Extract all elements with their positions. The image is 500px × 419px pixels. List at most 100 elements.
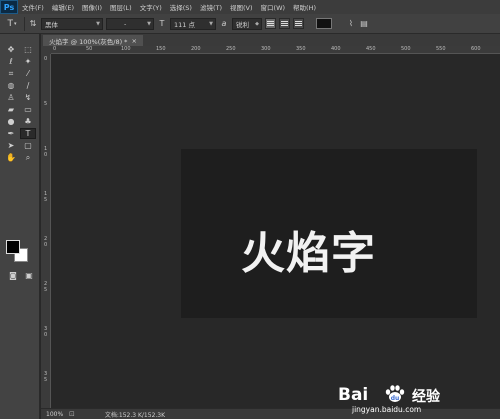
menu-file[interactable]: 文件(F): [18, 2, 48, 12]
anti-alias-value: 锐利: [236, 20, 249, 29]
font-size-field[interactable]: 111 点 ▼: [170, 17, 216, 30]
menu-edit[interactable]: 编辑(E): [48, 2, 78, 12]
document-canvas[interactable]: 火焰字: [181, 149, 477, 318]
warp-text-icon[interactable]: ⌇: [346, 19, 356, 28]
ruler-label: 1 0: [44, 146, 48, 158]
ruler-label: 5: [44, 101, 48, 107]
eraser-tool-icon[interactable]: ▰: [3, 104, 19, 115]
ruler-label: 1 5: [44, 191, 48, 203]
character-panel-icon[interactable]: ▤: [359, 19, 369, 28]
align-left-button[interactable]: [265, 18, 276, 29]
zoom-tool-icon[interactable]: ⌕: [20, 152, 36, 163]
dodge-tool-icon[interactable]: ♣: [20, 116, 36, 127]
menu-bar: Ps 文件(F) 编辑(E) 图像(I) 图层(L) 文字(Y) 选择(S) 滤…: [0, 0, 500, 14]
crop-tool-icon[interactable]: ⌗: [3, 68, 19, 79]
watermark-brand-suffix: 经验: [412, 389, 440, 405]
quick-mask-icon[interactable]: ◙: [5, 270, 21, 281]
toolbox: ✥ ⬚ ℓ ✦ ⌗ ⁄ ◍ ∕ ♙ ↯ ▰ ▭ ● ♣ ✒ T ➤ ▢ ✋ ⌕ …: [0, 34, 40, 419]
ruler-top[interactable]: 0 50 100 150 200 250 300 350 400 450 500…: [51, 46, 500, 54]
align-center-button[interactable]: [279, 18, 290, 29]
ruler-label: 2 0: [44, 236, 48, 248]
hand-tool-icon[interactable]: ✋: [3, 152, 19, 163]
font-size-icon: T: [159, 19, 165, 28]
ruler-label: 300: [261, 46, 271, 52]
ruler-label: 150: [156, 46, 166, 52]
menu-type[interactable]: 文字(Y): [136, 2, 166, 12]
chevron-down-icon: ▼: [209, 20, 213, 27]
type-tool-preset-icon[interactable]: T ▾: [3, 17, 21, 31]
canvas-area[interactable]: 火焰字: [52, 55, 500, 408]
ruler-label: 250: [226, 46, 236, 52]
zoom-level[interactable]: 100%: [41, 411, 69, 418]
svg-text:du: du: [391, 395, 400, 402]
font-style-value: -: [124, 19, 127, 28]
color-swatches: [6, 240, 34, 264]
options-bar: T ▾ ⇅ 黑体 ▼ - ▼ T 111 点 ▼ a 锐利 ◆ ⌇ ▤: [0, 14, 500, 34]
chevron-down-icon: ▼: [96, 20, 100, 27]
lasso-tool-icon[interactable]: ℓ: [3, 56, 19, 67]
menu-view[interactable]: 视图(V): [226, 2, 257, 12]
text-layer[interactable]: 火焰字: [241, 217, 376, 281]
menu-filter[interactable]: 滤镜(T): [196, 2, 226, 12]
pen-tool-icon[interactable]: ✒: [3, 128, 19, 139]
ruler-label: 500: [401, 46, 411, 52]
menu-select[interactable]: 选择(S): [166, 2, 196, 12]
ruler-label: 450: [366, 46, 376, 52]
path-selection-tool-icon[interactable]: ➤: [3, 140, 19, 151]
move-tool-icon[interactable]: ✥: [3, 44, 19, 55]
chevron-down-icon: ◆: [255, 20, 259, 27]
marquee-tool-icon[interactable]: ⬚: [20, 44, 36, 55]
clone-stamp-tool-icon[interactable]: ♙: [3, 92, 19, 103]
font-size-value: 111 点: [174, 20, 195, 29]
gradient-tool-icon[interactable]: ▭: [20, 104, 36, 115]
ruler-label: 600: [471, 46, 481, 52]
ruler-label: 50: [86, 46, 93, 52]
type-tool-icon[interactable]: T: [20, 128, 36, 139]
document-tab[interactable]: 火焰字 @ 100%(灰色/8) * ×: [43, 35, 143, 46]
ruler-label: 0: [44, 56, 48, 62]
shape-tool-icon[interactable]: ▢: [20, 140, 36, 151]
foreground-color-swatch[interactable]: [6, 240, 20, 254]
font-family-select[interactable]: 黑体 ▼: [41, 17, 103, 30]
history-brush-tool-icon[interactable]: ↯: [20, 92, 36, 103]
ruler-label: 3 0: [44, 326, 48, 338]
ruler-label: 200: [191, 46, 201, 52]
paw-icon: du: [385, 385, 405, 402]
ruler-label: 0: [53, 46, 57, 52]
anti-alias-select[interactable]: 锐利 ◆: [232, 17, 262, 30]
ruler-left[interactable]: 0 5 1 0 1 5 2 0 2 5 3 0 3 5: [41, 54, 51, 408]
chevron-down-icon: ▼: [147, 20, 151, 27]
ruler-label: 350: [296, 46, 306, 52]
orientation-toggle-icon[interactable]: ⇅: [28, 19, 38, 28]
anti-alias-icon: a: [221, 19, 227, 28]
menu-help[interactable]: 帮助(H): [289, 2, 320, 12]
close-icon[interactable]: ×: [131, 37, 136, 45]
menu-image[interactable]: 图像(I): [78, 2, 106, 12]
watermark-brand: Bai: [338, 385, 369, 405]
ruler-label: 3 5: [44, 371, 48, 383]
photoshop-window: Ps 文件(F) 编辑(E) 图像(I) 图层(L) 文字(Y) 选择(S) 滤…: [0, 0, 500, 419]
separator: [24, 16, 25, 31]
font-family-value: 黑体: [45, 20, 58, 29]
font-style-select[interactable]: - ▼: [106, 17, 154, 30]
ruler-label: 550: [436, 46, 446, 52]
document-info: 文档:152.3 K/152.3K: [104, 411, 166, 419]
ruler-corner: [41, 46, 51, 54]
document-tab-bar: 火焰字 @ 100%(灰色/8) * ×: [41, 34, 500, 46]
menu-layer[interactable]: 图层(L): [106, 2, 136, 12]
tool-grid: ✥ ⬚ ℓ ✦ ⌗ ⁄ ◍ ∕ ♙ ↯ ▰ ▭ ● ♣ ✒ T ➤ ▢ ✋ ⌕: [3, 44, 37, 163]
brush-tool-icon[interactable]: ∕: [20, 80, 36, 91]
eyedropper-tool-icon[interactable]: ⁄: [20, 68, 36, 79]
menu-window[interactable]: 窗口(W): [257, 2, 290, 12]
ruler-label: 400: [331, 46, 341, 52]
document-tab-title: 火焰字 @ 100%(灰色/8) *: [49, 37, 128, 46]
baidu-jingyan-watermark: Bai du 经验 jingyan.baidu.com: [330, 385, 490, 415]
ps-logo: Ps: [0, 0, 18, 14]
magic-wand-tool-icon[interactable]: ✦: [20, 56, 36, 67]
blur-tool-icon[interactable]: ●: [3, 116, 19, 127]
watermark-url: jingyan.baidu.com: [352, 405, 422, 414]
align-right-button[interactable]: [293, 18, 304, 29]
screen-mode-icon[interactable]: ▣: [21, 270, 37, 281]
healing-brush-tool-icon[interactable]: ◍: [3, 80, 19, 91]
text-color-swatch[interactable]: [316, 18, 332, 29]
